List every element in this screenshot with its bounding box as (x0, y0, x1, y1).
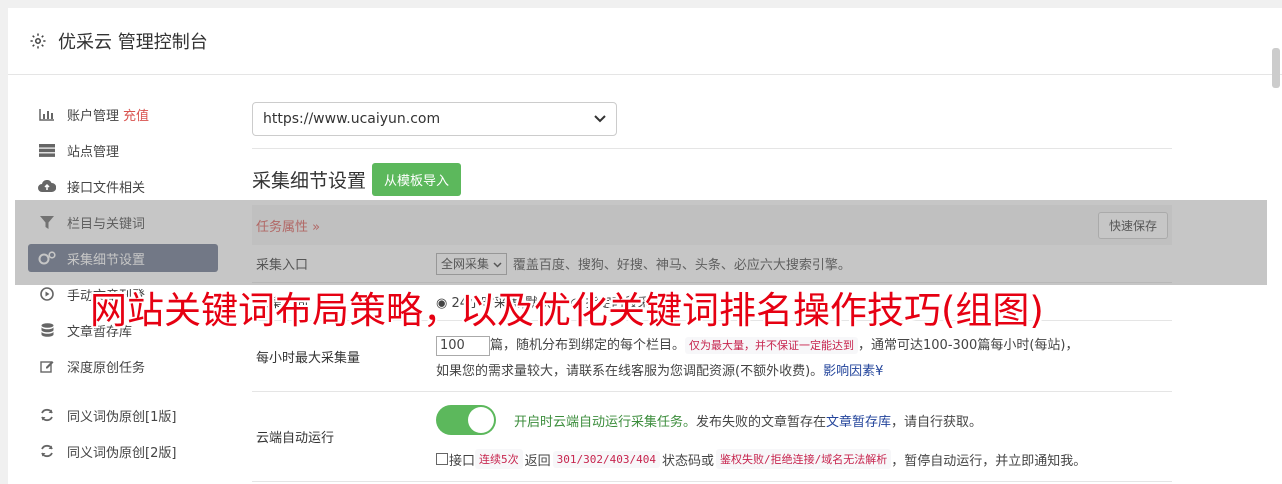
row-cloud: 云端自动运行 开启时云端自动运行采集任务。 发布失败的文章暂存在 文章暂存库 ，… (252, 392, 1172, 482)
sidebar-item-label: 深度原创任务 (67, 360, 146, 376)
cloud-text-4: 状态码或 (662, 453, 715, 469)
site-select-value: https://www.ucaiyun.com (263, 111, 441, 127)
page-title: 优采云 管理控制台 (58, 32, 208, 53)
play-circle-icon (38, 287, 56, 301)
cloud-text-2: ，请自行获取。 (891, 414, 983, 430)
row-content: 开启时云端自动运行采集任务。 发布失败的文章暂存在 文章暂存库 ，请自行获取。 … (436, 392, 1172, 481)
sidebar-item-label: 账户管理 (67, 108, 120, 124)
row-label: 云端自动运行 (256, 431, 335, 446)
overlay-headline: 网站关键词布局策略，以及优化关键词排名操作技巧(组图) (90, 289, 1044, 332)
cloud-run-toggle[interactable] (436, 405, 496, 435)
page: 优采云 管理控制台 账户管理 充值 站点管理 接口文件相关 栏目与关键词 采集细… (0, 0, 1282, 484)
chevron-down-icon (594, 111, 606, 127)
cloud-text-1: 发布失败的文章暂存在 (696, 414, 827, 430)
cb-label: 接口 (449, 453, 476, 469)
factors-link[interactable]: 影响因素¥ (823, 364, 883, 379)
sidebar-item-label: 接口文件相关 (67, 180, 146, 196)
bar-chart-icon (38, 107, 56, 121)
code-auth: 鉴权失败/拒绝连接/域名无法解析 (716, 449, 892, 469)
sidebar-item-label: 同义词伪原创[2版] (67, 445, 177, 461)
max-text-2: ，通常可达100-300篇每小时(每站)， (858, 338, 1079, 353)
max-input[interactable]: 100 (436, 335, 490, 356)
sidebar-item-sites[interactable]: 站点管理 (28, 136, 218, 164)
refresh-icon (38, 408, 56, 422)
sidebar-item-synonym-v2[interactable]: 同义词伪原创[2版] (28, 437, 218, 465)
cloud-text-3: 返回 (524, 453, 551, 469)
import-template-button[interactable]: 从模板导入 (372, 163, 462, 196)
gear-icon (28, 31, 48, 51)
max-text-3: 如果您的需求量较大，请联系在线客服为您调配资源(不额外收费)。 (436, 364, 824, 379)
cloud-line-1: 开启时云端自动运行采集任务。 发布失败的文章暂存在 文章暂存库 ，请自行获取。 (436, 405, 1172, 435)
recharge-link[interactable]: 充值 (123, 105, 149, 124)
notify-checkbox[interactable] (436, 453, 448, 465)
cloud-text-5: ，暂停自动运行，并立即通知我。 (891, 453, 1087, 469)
overlay-band (15, 200, 1267, 285)
refresh-icon (38, 444, 56, 458)
edit-icon (38, 359, 56, 373)
cloud-line-2: 接口 连续5次 返回 301/302/403/404 状态码或 鉴权失败/拒绝连… (436, 449, 1172, 469)
max-code: 仅为最大量，并不保证一定能达到 (685, 337, 859, 354)
header: 优采云 管理控制台 (8, 8, 1282, 75)
max-line-2: 如果您的需求量较大，请联系在线客服为您调配资源(不额外收费)。影响因素¥ (436, 359, 1172, 385)
scrollbar[interactable] (1272, 48, 1280, 88)
cloud-green-text: 开启时云端自动运行采集任务。 (514, 414, 697, 430)
factors-link-label: 影响因素 (823, 364, 876, 379)
section-header: 采集细节设置 从模板导入 (252, 163, 1172, 196)
server-icon (38, 143, 56, 157)
sidebar-item-label: 站点管理 (67, 144, 120, 160)
sidebar-item-account[interactable]: 账户管理 充值 (28, 100, 218, 128)
max-text-1: 篇，随机分布到绑定的每个栏目。 (490, 338, 686, 353)
section-title: 采集细节设置 (252, 170, 367, 192)
database-icon (38, 323, 56, 337)
site-select[interactable]: https://www.ucaiyun.com (252, 102, 617, 136)
sidebar-item-deep-original[interactable]: 深度原创任务 (28, 352, 218, 380)
cloud-upload-icon (38, 179, 56, 193)
divider (252, 148, 1172, 149)
sidebar-item-interface[interactable]: 接口文件相关 (28, 172, 218, 200)
sidebar-item-synonym-v1[interactable]: 同义词伪原创[1版] (28, 401, 218, 429)
code-status: 301/302/403/404 (552, 450, 660, 468)
storage-link[interactable]: 文章暂存库 (826, 411, 891, 430)
sidebar-item-label: 同义词伪原创[1版] (67, 409, 177, 425)
max-line-1: 100 篇，随机分布到绑定的每个栏目。 仅为最大量，并不保证一定能达到 ，通常可达10… (436, 333, 1172, 359)
code-5times: 连续5次 (475, 449, 523, 469)
